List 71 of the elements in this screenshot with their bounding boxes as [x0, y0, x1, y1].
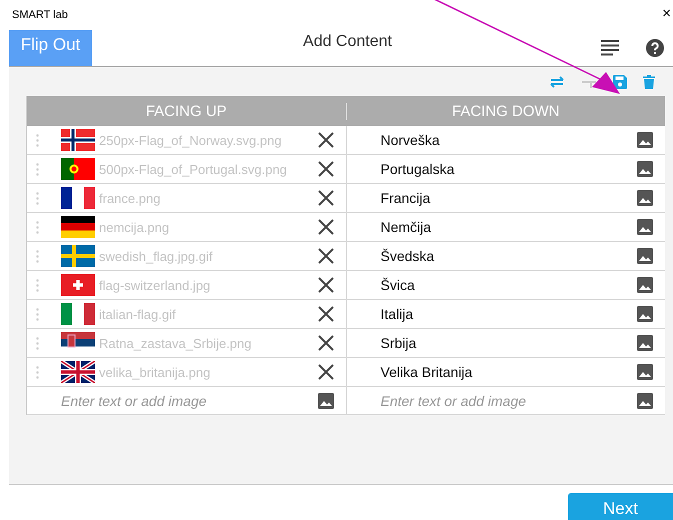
- remove-icon[interactable]: [318, 219, 334, 235]
- flag-icon: [61, 187, 95, 209]
- page-title: Add Content: [302, 33, 393, 51]
- remove-icon[interactable]: [318, 335, 334, 351]
- flag-icon: [61, 303, 95, 325]
- drag-handle-icon[interactable]: [36, 220, 39, 234]
- remove-icon[interactable]: [318, 190, 334, 206]
- card-back-text: Švica: [380, 277, 416, 293]
- file-name: italian-flag.gif: [99, 306, 177, 322]
- drag-handle-icon[interactable]: [36, 278, 39, 292]
- image-icon[interactable]: [637, 248, 653, 264]
- drag-handle-icon[interactable]: [36, 192, 39, 204]
- flag-icon: [61, 216, 95, 238]
- help-icon[interactable]: [646, 39, 664, 57]
- drag-handle-icon[interactable]: [36, 250, 39, 262]
- flag-icon: [61, 158, 95, 180]
- card-back-text: Srbija: [380, 335, 418, 351]
- card-back-text: Nemčija: [380, 219, 432, 235]
- input-field[interactable]: Enter text or add image: [27, 387, 346, 415]
- card-back-text: Velika Britanija: [380, 364, 474, 380]
- image-icon[interactable]: [637, 364, 653, 380]
- trash-icon[interactable]: [643, 74, 655, 88]
- card-back-text: Francija: [380, 190, 432, 206]
- image-icon[interactable]: [637, 161, 653, 177]
- image-icon[interactable]: [637, 132, 653, 148]
- drag-handle-icon[interactable]: [36, 366, 39, 378]
- image-icon[interactable]: [318, 392, 334, 408]
- close-button[interactable]: ×: [656, 4, 673, 22]
- image-icon[interactable]: [637, 219, 653, 235]
- file-name: nemcija.png: [99, 220, 170, 234]
- remove-icon[interactable]: [318, 248, 334, 264]
- remove-icon[interactable]: [318, 161, 334, 177]
- image-icon[interactable]: [637, 190, 653, 206]
- image-icon[interactable]: [637, 306, 653, 322]
- remove-icon[interactable]: [318, 364, 334, 380]
- file-name: france.png: [99, 190, 162, 206]
- drag-handle-icon[interactable]: [36, 134, 39, 146]
- remove-icon[interactable]: [318, 306, 334, 322]
- card-back-text: Švedska: [380, 248, 436, 264]
- drag-handle-icon[interactable]: [36, 336, 39, 350]
- image-icon[interactable]: [637, 335, 653, 351]
- file-name: velika_britanija.png: [99, 364, 212, 380]
- file-name: 500px-Flag_of_Portugal.svg.png: [99, 162, 288, 176]
- file-name: 250px-Flag_of_Norway.svg.png: [99, 132, 283, 148]
- column-header: FACING UP: [27, 102, 346, 120]
- drag-handle-icon[interactable]: [36, 308, 39, 320]
- card-back-text: Portugalska: [380, 161, 456, 177]
- file-name: Ratna_zastava_Srbije.png: [99, 336, 252, 350]
- drag-handle-icon[interactable]: [36, 162, 39, 176]
- flag-icon: [61, 245, 95, 267]
- column-header: FACING DOWN: [451, 102, 560, 120]
- next-button[interactable]: Next: [568, 493, 673, 520]
- file-name: flag-switzerland.jpg: [99, 278, 212, 292]
- input-field[interactable]: Enter text or add image: [27, 392, 318, 410]
- swap-icon[interactable]: [549, 76, 565, 88]
- remove-icon[interactable]: [318, 277, 334, 293]
- window-title: SMART lab: [12, 9, 68, 21]
- menu-icon[interactable]: [601, 40, 619, 56]
- image-icon[interactable]: [637, 277, 653, 293]
- image-icon[interactable]: [637, 392, 653, 408]
- flip-out-tab[interactable]: Flip Out: [9, 30, 92, 66]
- flag-icon: [61, 274, 95, 296]
- card-back-text: Norveška: [380, 132, 441, 148]
- file-name: swedish_flag.jpg.gif: [99, 248, 214, 264]
- input-field[interactable]: Enter text or add image: [346, 392, 637, 410]
- flag-icon: [61, 361, 95, 383]
- input-field[interactable]: Enter text or add image: [346, 387, 665, 415]
- flag-icon: [61, 129, 95, 151]
- remove-icon[interactable]: [318, 132, 334, 148]
- card-back-text: Italija: [380, 306, 414, 322]
- save-icon[interactable]: [613, 74, 627, 88]
